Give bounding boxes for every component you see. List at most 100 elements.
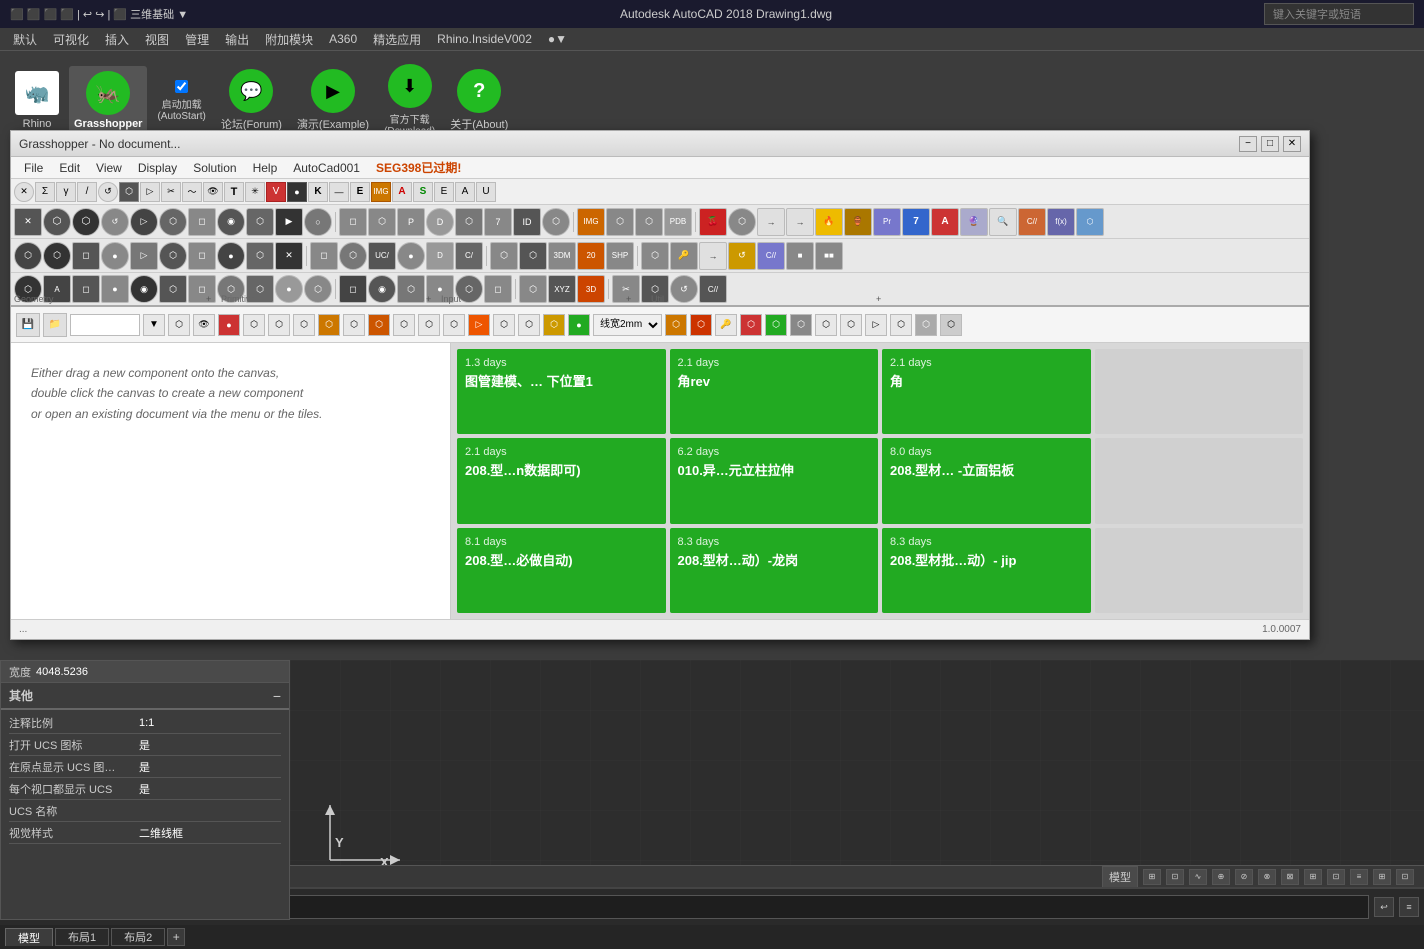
geo-t6[interactable]: ⬡ xyxy=(159,208,187,236)
tab-add-btn[interactable]: + xyxy=(167,928,185,946)
geo2-t3[interactable]: ◻ xyxy=(72,242,100,270)
example-button[interactable]: ▶ 演示(Example) xyxy=(292,64,374,137)
util2-t6[interactable]: ■ xyxy=(786,242,814,270)
geo2-t4[interactable]: ● xyxy=(101,242,129,270)
snap-btn-2[interactable]: ⊡ xyxy=(1166,869,1184,885)
geo-t11[interactable]: ○ xyxy=(304,208,332,236)
gh-tb1[interactable]: 👁 xyxy=(193,314,215,336)
snap-btn-6[interactable]: ⊗ xyxy=(1258,869,1276,885)
gh-tb23[interactable]: ⬡ xyxy=(815,314,837,336)
gh-icon-slash[interactable]: / xyxy=(77,182,97,202)
geo3-t7[interactable]: ◻ xyxy=(188,275,216,303)
prim2-t3[interactable]: UC/ xyxy=(368,242,396,270)
util-t14[interactable]: ⬡ xyxy=(1076,208,1104,236)
gh-tb4[interactable]: ⬡ xyxy=(268,314,290,336)
gh-menu-display[interactable]: Display xyxy=(130,159,185,177)
input2-t1[interactable]: ⬡ xyxy=(490,242,518,270)
input-t4[interactable]: PDB xyxy=(664,208,692,236)
geo-t1[interactable]: ✕ xyxy=(14,208,42,236)
prim-t5[interactable]: ⬡ xyxy=(455,208,483,236)
geo3-t4[interactable]: ● xyxy=(101,275,129,303)
gh-tile-1[interactable]: 2.1 days 角rev xyxy=(670,349,879,434)
tab-layout1[interactable]: 布局1 xyxy=(55,928,109,946)
input2-t4[interactable]: 20 xyxy=(577,242,605,270)
gh-tile-10[interactable]: 8.3 days 208.型材批…动）- jip xyxy=(882,528,1091,613)
util2-t3[interactable]: → xyxy=(699,242,727,270)
prim2-t6[interactable]: C/ xyxy=(455,242,483,270)
section-add-geo[interactable]: + xyxy=(206,294,211,304)
util-t12[interactable]: C// xyxy=(1018,208,1046,236)
gh-tb22[interactable]: ⬡ xyxy=(790,314,812,336)
autostart-item[interactable]: 启动加载(AutoStart) xyxy=(152,75,210,127)
util3-t3[interactable]: ↺ xyxy=(670,275,698,303)
snap-btn-3[interactable]: ∿ xyxy=(1189,869,1207,885)
input2-t5[interactable]: SHP xyxy=(606,242,634,270)
section-add-input[interactable]: + xyxy=(626,294,631,304)
input-t3[interactable]: ⬡ xyxy=(635,208,663,236)
gh-menu-seg398[interactable]: SEG398已过期! xyxy=(368,157,469,178)
gh-menu-view[interactable]: View xyxy=(88,159,130,177)
gh-tb26[interactable]: ⬡ xyxy=(890,314,912,336)
input3-t2[interactable]: XYZ xyxy=(548,275,576,303)
gh-tile-9[interactable]: 8.3 days 208.型材…动）-龙岗 xyxy=(670,528,879,613)
util-t8[interactable]: 7 xyxy=(902,208,930,236)
snap-btn-7[interactable]: ⊠ xyxy=(1281,869,1299,885)
geo-t9[interactable]: ⬡ xyxy=(246,208,274,236)
gh-tb7[interactable]: ⬡ xyxy=(343,314,365,336)
gh-icon-T[interactable]: T xyxy=(224,182,244,202)
util2-t5[interactable]: C// xyxy=(757,242,785,270)
section-add-util[interactable]: + xyxy=(876,294,881,304)
input2-t2[interactable]: ⬡ xyxy=(519,242,547,270)
snap-btn-10[interactable]: ≡ xyxy=(1350,869,1368,885)
gh-icon-eye[interactable]: 👁 xyxy=(203,182,223,202)
util-t3[interactable]: → xyxy=(757,208,785,236)
tab-model[interactable]: 模型 xyxy=(5,928,53,946)
gh-tb12[interactable]: ▷ xyxy=(468,314,490,336)
prim3-t6[interactable]: ◻ xyxy=(484,275,512,303)
prim-t3[interactable]: P xyxy=(397,208,425,236)
cmd-right-btn-1[interactable]: ↩ xyxy=(1374,897,1394,917)
util-t1[interactable]: 🍒 xyxy=(699,208,727,236)
snap-btn-11[interactable]: ⊞ xyxy=(1373,869,1391,885)
gh-icon-U[interactable]: U xyxy=(476,182,496,202)
geo2-t5[interactable]: ▷ xyxy=(130,242,158,270)
geo3-t11[interactable]: ⬡ xyxy=(304,275,332,303)
prim-t1[interactable]: ◻ xyxy=(339,208,367,236)
geo2-t9[interactable]: ⬡ xyxy=(246,242,274,270)
gh-tb8[interactable]: ⬡ xyxy=(368,314,390,336)
gh-tb11[interactable]: ⬡ xyxy=(443,314,465,336)
gh-tile-6[interactable]: 8.0 days 208.型材… -立面铝板 xyxy=(882,438,1091,523)
util-t2[interactable]: ⬡ xyxy=(728,208,756,236)
cmd-right-btn-2[interactable]: ≡ xyxy=(1399,897,1419,917)
gh-tile-0[interactable]: 1.3 days 图管建模、… 下位置1 xyxy=(457,349,666,434)
geo-t10[interactable]: ▶ xyxy=(275,208,303,236)
geo2-t8[interactable]: ● xyxy=(217,242,245,270)
gh-save-btn[interactable]: 💾 xyxy=(16,313,40,337)
util2-t4[interactable]: ↺ xyxy=(728,242,756,270)
model-label[interactable]: 模型 xyxy=(1102,866,1138,888)
gh-icon-arrow[interactable]: ▷ xyxy=(140,182,160,202)
prim2-t1[interactable]: ◻ xyxy=(310,242,338,270)
gh-tb18[interactable]: ⬡ xyxy=(690,314,712,336)
menu-charu[interactable]: 插入 xyxy=(97,29,137,50)
gh-tile-2[interactable]: 2.1 days 角 xyxy=(882,349,1091,434)
gh-tb3[interactable]: ⬡ xyxy=(243,314,265,336)
gh-menu-help[interactable]: Help xyxy=(245,159,286,177)
prim3-t2[interactable]: ◉ xyxy=(368,275,396,303)
geo2-t1[interactable]: ⬡ xyxy=(14,242,42,270)
menu-fujia[interactable]: 附加模块 xyxy=(257,29,321,50)
util2-t1[interactable]: ⬡ xyxy=(641,242,669,270)
util-t10[interactable]: 🔮 xyxy=(960,208,988,236)
gh-icon-K[interactable]: K xyxy=(308,182,328,202)
snap-btn-4[interactable]: ⊕ xyxy=(1212,869,1230,885)
menu-shitu[interactable]: 视图 xyxy=(137,29,177,50)
gh-tb20[interactable]: ⬡ xyxy=(740,314,762,336)
geo-t5[interactable]: ▷ xyxy=(130,208,158,236)
util-t9[interactable]: A xyxy=(931,208,959,236)
gh-icon-V[interactable]: V xyxy=(266,182,286,202)
gh-icon-E[interactable]: E xyxy=(350,182,370,202)
gh-linewidth-select[interactable]: 线宽2mm xyxy=(593,314,662,336)
input2-t3[interactable]: 3DM xyxy=(548,242,576,270)
gh-open-btn[interactable]: 📁 xyxy=(43,313,67,337)
menu-shuchu[interactable]: 输出 xyxy=(217,29,257,50)
